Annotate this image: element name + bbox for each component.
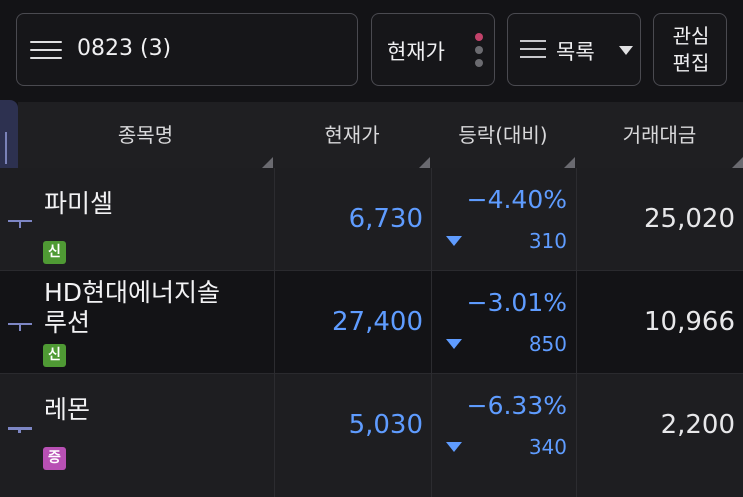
stock-name: 파미셀 bbox=[44, 189, 114, 218]
change-amount: 850 bbox=[528, 332, 567, 356]
edit-label-line2: 편집 bbox=[672, 51, 710, 75]
status-badge: 신 bbox=[43, 344, 66, 367]
table-header: 종목명 현재가 등락(대비) 거래대금 bbox=[18, 102, 743, 169]
change-rate: −6.33% bbox=[466, 391, 567, 420]
price-type-label: 현재가 bbox=[387, 40, 445, 64]
down-triangle-icon bbox=[446, 236, 462, 246]
pin-icon[interactable] bbox=[8, 427, 32, 437]
edit-watchlist-button[interactable]: 관심 편집 bbox=[653, 13, 727, 86]
hamburger-menu-icon[interactable] bbox=[30, 41, 62, 59]
sort-corner-icon bbox=[262, 157, 273, 168]
column-header-volume[interactable]: 거래대금 bbox=[576, 102, 743, 168]
pin-icon[interactable] bbox=[8, 220, 32, 230]
stock-name: HD현대에너지솔 bbox=[44, 278, 221, 307]
table-row[interactable]: HD현대에너지솔 루션 신 27,400 −3.01% 850 10,966 bbox=[0, 271, 743, 374]
change-rate: −4.40% bbox=[466, 185, 567, 214]
more-dots-icon[interactable] bbox=[475, 33, 483, 67]
change-amount: 310 bbox=[528, 229, 567, 253]
group-name: 0823 (3) bbox=[77, 36, 172, 61]
current-price: 27,400 bbox=[332, 307, 423, 337]
status-badge: 신 bbox=[43, 241, 66, 264]
pin-icon[interactable] bbox=[8, 323, 32, 333]
stock-name-line2: 루션 bbox=[44, 308, 91, 337]
sort-corner-icon bbox=[564, 157, 575, 168]
list-icon bbox=[520, 40, 546, 60]
current-price: 6,730 bbox=[348, 204, 423, 234]
down-triangle-icon bbox=[446, 339, 462, 349]
column-divider bbox=[431, 168, 432, 497]
trade-value: 25,020 bbox=[644, 204, 735, 234]
view-mode-dropdown[interactable]: 목록 bbox=[507, 13, 641, 86]
column-header-price[interactable]: 현재가 bbox=[274, 102, 430, 168]
table-row[interactable]: 레몬 증 5,030 −6.33% 340 2,200 bbox=[0, 374, 743, 497]
status-badge: 증 bbox=[43, 447, 66, 470]
change-rate: −3.01% bbox=[466, 288, 567, 317]
sort-corner-icon bbox=[732, 157, 743, 168]
stock-name: 레몬 bbox=[44, 395, 91, 424]
column-divider bbox=[576, 168, 577, 497]
table-row[interactable]: 파미셀 신 6,730 −4.40% 310 25,020 bbox=[0, 168, 743, 271]
column-header-name[interactable]: 종목명 bbox=[18, 102, 273, 168]
trade-value: 2,200 bbox=[660, 410, 735, 440]
price-type-button[interactable]: 현재가 bbox=[371, 13, 495, 86]
dropdown-caret-icon bbox=[619, 46, 633, 55]
edit-label-line1: 관심 bbox=[672, 24, 710, 48]
trade-value: 10,966 bbox=[644, 307, 735, 337]
column-header-change[interactable]: 등락(대비) bbox=[431, 102, 575, 168]
sort-corner-icon bbox=[419, 157, 430, 168]
column-divider bbox=[274, 168, 275, 497]
current-price: 5,030 bbox=[348, 410, 423, 440]
drawer-grip-icon bbox=[5, 132, 7, 164]
edit-watchlist-label: 관심 편집 bbox=[654, 23, 728, 77]
top-toolbar: 0823 (3) 현재가 목록 관심 편집 bbox=[0, 0, 743, 102]
group-selector[interactable]: 0823 (3) bbox=[16, 13, 358, 86]
down-triangle-icon bbox=[446, 442, 462, 452]
view-mode-label: 목록 bbox=[556, 40, 595, 64]
change-amount: 340 bbox=[528, 435, 567, 459]
